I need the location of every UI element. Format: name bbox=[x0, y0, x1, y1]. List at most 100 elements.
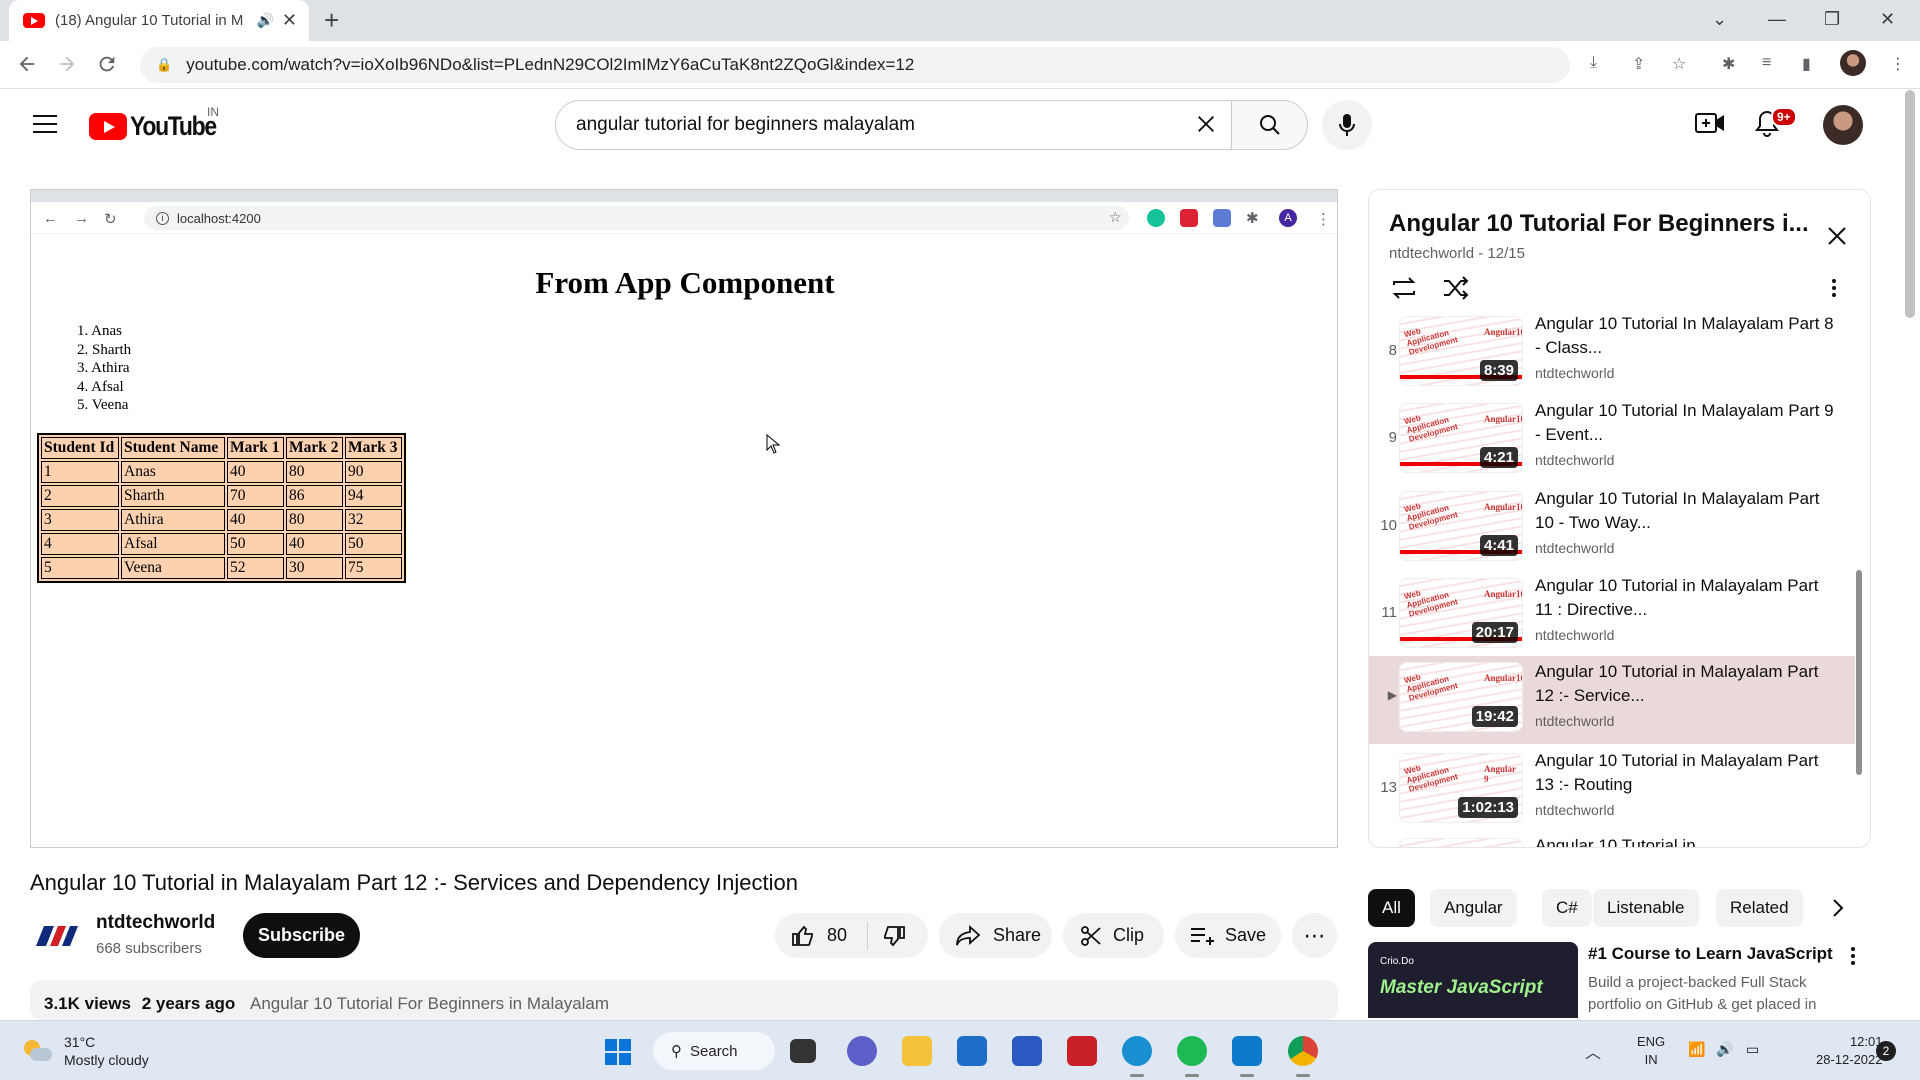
spotify-icon[interactable] bbox=[1177, 1036, 1207, 1077]
volume-icon[interactable]: 🔊 bbox=[1716, 1041, 1733, 1058]
recorded-forward-icon: → bbox=[74, 210, 89, 227]
region-label: IN bbox=[207, 105, 219, 119]
profile-avatar[interactable] bbox=[1840, 50, 1866, 76]
chip-listenable[interactable]: Listenable bbox=[1593, 889, 1699, 927]
playlist-link[interactable]: Angular 10 Tutorial For Beginners in Mal… bbox=[250, 994, 609, 1013]
close-window-button[interactable]: ✕ bbox=[1880, 9, 1895, 30]
recommendation-title[interactable]: #1 Course to Learn JavaScript bbox=[1588, 944, 1833, 964]
duration-badge: 8:39 bbox=[1479, 360, 1518, 381]
vscode-icon[interactable] bbox=[1232, 1036, 1262, 1077]
address-bar[interactable]: 🔒 youtube.com/watch?v=ioXoIb96NDo&list=P… bbox=[140, 47, 1570, 83]
reload-icon[interactable] bbox=[96, 53, 118, 75]
youtube-logo[interactable]: YouTube IN bbox=[89, 105, 231, 142]
taskbar-search[interactable]: ⚲ Search bbox=[653, 1032, 775, 1070]
playlist-item[interactable]: 9 Web Application Development Angular10 4:… bbox=[1369, 399, 1855, 483]
table-row: 5 Veena 52 30 75 bbox=[41, 557, 402, 579]
loop-icon[interactable] bbox=[1389, 275, 1419, 301]
video-player[interactable]: ← → ↻ i localhost:4200 ☆ ✱ A ⋮ From App … bbox=[30, 189, 1338, 848]
clear-search-icon[interactable] bbox=[1195, 113, 1217, 135]
recorded-tab-strip bbox=[31, 190, 1337, 202]
dislike-icon[interactable] bbox=[882, 924, 906, 948]
chip-csharp[interactable]: C# bbox=[1542, 889, 1592, 927]
save-button[interactable]: Save bbox=[1175, 913, 1281, 958]
like-icon[interactable] bbox=[791, 924, 815, 948]
chip-all[interactable]: All bbox=[1368, 889, 1415, 927]
account-avatar[interactable] bbox=[1823, 105, 1863, 145]
edge-icon[interactable] bbox=[1122, 1036, 1152, 1077]
chevron-right-icon[interactable] bbox=[1827, 896, 1849, 920]
close-tab-icon[interactable]: ✕ bbox=[282, 10, 297, 31]
battery-icon[interactable]: ▭ bbox=[1746, 1041, 1759, 1058]
duration-badge: 4:41 bbox=[1479, 535, 1518, 556]
task-view-icon[interactable] bbox=[790, 1039, 816, 1063]
forward-icon[interactable] bbox=[56, 53, 78, 75]
teams-chat-icon[interactable] bbox=[847, 1036, 877, 1066]
minimize-button[interactable]: — bbox=[1768, 9, 1786, 30]
start-button[interactable] bbox=[605, 1039, 631, 1065]
table-cell: 80 bbox=[286, 461, 343, 483]
playlist-item[interactable]: Angular 10 Tutorial in bbox=[1369, 834, 1855, 847]
language-indicator[interactable]: ENG IN bbox=[1637, 1033, 1665, 1069]
tray-chevron-icon[interactable]: ︿ bbox=[1585, 1039, 1601, 1063]
table-cell: Athira bbox=[121, 509, 225, 531]
wifi-icon[interactable]: 📶 bbox=[1688, 1041, 1705, 1058]
mcafee-icon[interactable] bbox=[1067, 1036, 1097, 1066]
voice-search-button[interactable] bbox=[1322, 100, 1372, 150]
playlist-item-thumbnail: Web Application Development Angular10 8:39 bbox=[1399, 316, 1523, 386]
playlist-item[interactable]: 11 Web Application Development Angular10 2… bbox=[1369, 574, 1855, 658]
chrome-icon[interactable] bbox=[1288, 1036, 1318, 1077]
file-explorer-icon[interactable] bbox=[902, 1036, 932, 1066]
share-button[interactable]: Share bbox=[939, 913, 1052, 958]
recommendation-more-icon[interactable] bbox=[1850, 946, 1856, 966]
back-icon[interactable] bbox=[16, 53, 38, 75]
playlist-item-channel: ntdtechworld bbox=[1535, 365, 1615, 381]
playlist-item[interactable]: 8 Web Application Development Angular10 8:… bbox=[1369, 312, 1855, 396]
playlist-item-thumbnail: Web Application Development Angular10 4:41 bbox=[1399, 491, 1523, 561]
playlist-item-thumbnail: Web Application Development Angular10 4:21 bbox=[1399, 403, 1523, 473]
lock-icon[interactable]: 🔒 bbox=[156, 57, 172, 73]
youtube-play-icon bbox=[89, 113, 127, 140]
notification-count[interactable]: 2 bbox=[1876, 1041, 1896, 1061]
new-tab-button[interactable]: + bbox=[324, 7, 339, 33]
clock[interactable]: 12:01 28-12-2022 bbox=[1816, 1033, 1883, 1069]
playlist-item-current[interactable]: ▶ Web Application Development Angular10 19… bbox=[1369, 656, 1855, 744]
table-cell: 2 bbox=[41, 485, 119, 507]
microsoft-store-icon[interactable] bbox=[957, 1036, 987, 1066]
channel-name[interactable]: ntdtechworld bbox=[96, 912, 215, 934]
browser-tab[interactable]: (18) Angular 10 Tutorial in M 🔊 ✕ bbox=[9, 0, 309, 41]
playlist-item[interactable]: 13 Web Application Development Angular 91… bbox=[1369, 749, 1855, 833]
chrome-menu-icon[interactable]: ⋮ bbox=[1890, 54, 1906, 74]
page-scrollbar[interactable] bbox=[1905, 90, 1915, 318]
playlist-more-icon[interactable] bbox=[1831, 278, 1837, 298]
maximize-button[interactable]: ❐ bbox=[1824, 9, 1840, 30]
extensions-icon[interactable]: ✱ bbox=[1722, 54, 1735, 74]
description-box[interactable]: 3.1K views 2 years ago Angular 10 Tutori… bbox=[30, 980, 1338, 1020]
chip-related[interactable]: Related bbox=[1716, 889, 1803, 927]
playlist-scrollbar[interactable] bbox=[1856, 570, 1862, 775]
media-icon[interactable]: ≡ bbox=[1762, 54, 1771, 72]
speaker-icon[interactable]: 🔊 bbox=[256, 12, 273, 29]
create-video-icon[interactable] bbox=[1695, 111, 1725, 135]
bookmark-star-icon[interactable]: ☆ bbox=[1672, 54, 1686, 74]
search-button[interactable] bbox=[1232, 100, 1308, 150]
weather-widget[interactable]: 31°C Mostly cloudy bbox=[22, 1033, 149, 1069]
menu-icon[interactable] bbox=[33, 114, 57, 134]
chip-angular[interactable]: Angular bbox=[1430, 889, 1517, 927]
search-input[interactable]: angular tutorial for beginners malayalam bbox=[555, 100, 1232, 150]
table-cell: 50 bbox=[227, 533, 284, 555]
playlist-item[interactable]: 10 Web Application Development Angular10 4… bbox=[1369, 487, 1855, 571]
more-actions-button[interactable]: ⋯ bbox=[1292, 913, 1337, 958]
clip-button[interactable]: Clip bbox=[1063, 913, 1164, 958]
pen-app-icon[interactable] bbox=[1012, 1036, 1042, 1066]
shuffle-icon[interactable] bbox=[1441, 275, 1471, 301]
install-icon[interactable]: ⤓ bbox=[1590, 54, 1597, 72]
share-page-icon[interactable]: ⇪ bbox=[1632, 54, 1645, 74]
tab-search-icon[interactable]: ⌄ bbox=[1712, 9, 1727, 30]
close-playlist-icon[interactable] bbox=[1825, 224, 1849, 248]
channel-logo[interactable] bbox=[30, 920, 80, 950]
like-count[interactable]: 80 bbox=[827, 925, 847, 946]
recommendation-thumbnail[interactable]: Crio.Do Master JavaScript bbox=[1368, 942, 1578, 1018]
playlist-title[interactable]: Angular 10 Tutorial For Beginners i... bbox=[1389, 210, 1809, 238]
side-panel-icon[interactable]: ▮ bbox=[1802, 54, 1811, 74]
subscribe-button[interactable]: Subscribe bbox=[243, 913, 360, 958]
